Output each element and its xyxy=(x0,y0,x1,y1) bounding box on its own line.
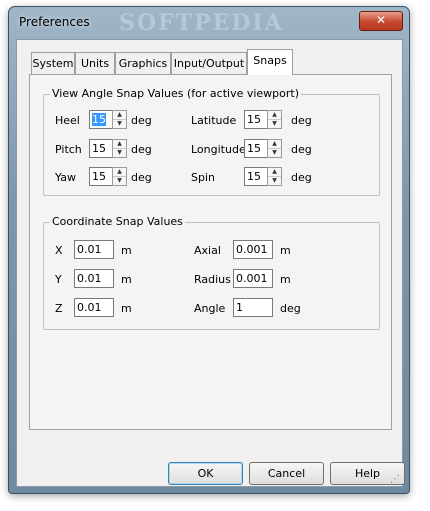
tab-label: Snaps xyxy=(253,54,287,67)
longitude-label: Longitude xyxy=(191,143,246,156)
yaw-unit: deg xyxy=(131,171,152,184)
axial-unit: m xyxy=(280,244,291,257)
dialog-client: System Units Graphics Input/Output Snaps… xyxy=(16,39,405,487)
view-angle-group-title: View Angle Snap Values (for active viewp… xyxy=(50,87,302,100)
resize-grip-icon[interactable]: ⋰ xyxy=(390,475,400,485)
latitude-label: Latitude xyxy=(191,114,237,127)
spin-down-icon[interactable]: ▼ xyxy=(113,177,126,185)
snaps-panel: View Angle Snap Values (for active viewp… xyxy=(29,74,392,430)
coordinate-group: Coordinate Snap Values X 0.01 m Y 0.01 m… xyxy=(43,215,380,330)
close-button[interactable]: ✕ xyxy=(359,11,403,31)
spin-unit: deg xyxy=(291,171,312,184)
spin-down-icon[interactable]: ▼ xyxy=(113,149,126,157)
tab-label: Units xyxy=(80,57,110,70)
angle-label: Angle xyxy=(194,302,226,315)
spin-up-icon[interactable]: ▲ xyxy=(113,111,126,120)
spin-up-icon[interactable]: ▲ xyxy=(268,111,281,120)
preferences-window: SOFTPEDIA Preferences ✕ System Units Gra… xyxy=(8,6,410,494)
axial-label: Axial xyxy=(194,244,221,257)
longitude-input[interactable]: 15 xyxy=(244,139,268,158)
tab-graphics[interactable]: Graphics xyxy=(115,52,171,74)
heel-spinner[interactable]: ▲ ▼ xyxy=(112,110,127,129)
x-input[interactable]: 0.01 xyxy=(74,240,114,259)
ok-button[interactable]: OK xyxy=(168,462,243,485)
view-angle-group: View Angle Snap Values (for active viewp… xyxy=(43,87,380,196)
y-input[interactable]: 0.01 xyxy=(74,269,114,288)
latitude-input[interactable]: 15 xyxy=(244,110,268,129)
longitude-spinner[interactable]: ▲ ▼ xyxy=(267,139,282,158)
yaw-label: Yaw xyxy=(55,171,76,184)
spin-up-icon[interactable]: ▲ xyxy=(268,140,281,149)
spin-spinner[interactable]: ▲ ▼ xyxy=(267,167,282,186)
tab-units[interactable]: Units xyxy=(75,52,115,74)
title-bar[interactable]: SOFTPEDIA Preferences ✕ xyxy=(9,7,409,37)
watermark: SOFTPEDIA xyxy=(119,10,284,36)
spin-down-icon[interactable]: ▼ xyxy=(268,149,281,157)
y-unit: m xyxy=(121,273,132,286)
tab-snaps[interactable]: Snaps xyxy=(247,49,293,75)
radius-label: Radius xyxy=(194,273,231,286)
latitude-unit: deg xyxy=(291,114,312,127)
z-unit: m xyxy=(121,302,132,315)
tab-label: Input/Output xyxy=(173,57,245,70)
longitude-unit: deg xyxy=(291,143,312,156)
x-label: X xyxy=(55,244,63,257)
heel-input[interactable]: 15 xyxy=(89,110,113,129)
x-unit: m xyxy=(121,244,132,257)
z-input[interactable]: 0.01 xyxy=(74,298,114,317)
coordinate-group-title: Coordinate Snap Values xyxy=(50,215,185,228)
heel-label: Heel xyxy=(55,114,80,127)
cancel-button[interactable]: Cancel xyxy=(249,462,324,485)
spin-input[interactable]: 15 xyxy=(244,167,268,186)
yaw-input[interactable]: 15 xyxy=(89,167,113,186)
spin-down-icon[interactable]: ▼ xyxy=(268,120,281,128)
yaw-spinner[interactable]: ▲ ▼ xyxy=(112,167,127,186)
pitch-spinner[interactable]: ▲ ▼ xyxy=(112,139,127,158)
spin-up-icon[interactable]: ▲ xyxy=(113,140,126,149)
latitude-spinner[interactable]: ▲ ▼ xyxy=(267,110,282,129)
angle-unit: deg xyxy=(280,302,301,315)
axial-input[interactable]: 0.001 xyxy=(233,240,273,259)
tab-system[interactable]: System xyxy=(31,52,75,74)
pitch-unit: deg xyxy=(131,143,152,156)
spin-down-icon[interactable]: ▼ xyxy=(268,177,281,185)
z-label: Z xyxy=(55,302,63,315)
spin-down-icon[interactable]: ▼ xyxy=(113,120,126,128)
heel-unit: deg xyxy=(131,114,152,127)
radius-unit: m xyxy=(280,273,291,286)
pitch-input[interactable]: 15 xyxy=(89,139,113,158)
radius-input[interactable]: 0.001 xyxy=(233,269,273,288)
spin-up-icon[interactable]: ▲ xyxy=(268,168,281,177)
spin-up-icon[interactable]: ▲ xyxy=(113,168,126,177)
tab-label: System xyxy=(32,57,74,70)
pitch-label: Pitch xyxy=(55,143,82,156)
window-title: Preferences xyxy=(19,15,90,29)
tab-label: Graphics xyxy=(118,57,168,70)
angle-input[interactable]: 1 xyxy=(233,298,273,317)
tab-input-output[interactable]: Input/Output xyxy=(171,52,247,74)
close-icon: ✕ xyxy=(375,13,387,27)
spin-label: Spin xyxy=(191,171,215,184)
y-label: Y xyxy=(55,273,62,286)
